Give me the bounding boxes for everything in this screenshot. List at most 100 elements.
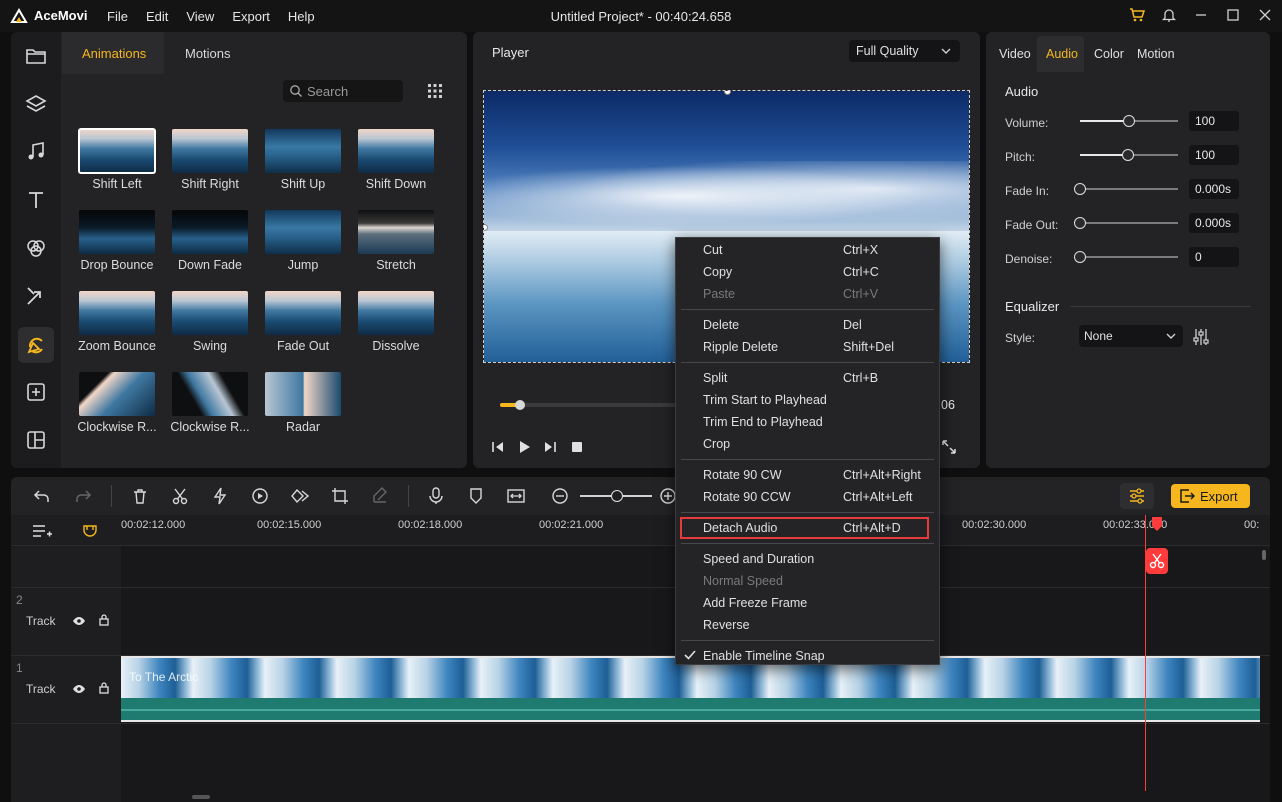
- volume-slider[interactable]: [1080, 115, 1178, 127]
- menu-item-rotate-cw[interactable]: Rotate 90 CW Ctrl+Alt+Right: [676, 464, 939, 486]
- crop-icon[interactable]: [331, 487, 349, 505]
- stop-icon[interactable]: [569, 439, 585, 455]
- menu-export[interactable]: Export: [232, 9, 270, 24]
- slider-knob[interactable]: [1074, 183, 1086, 195]
- tab-motions[interactable]: Motions: [185, 46, 231, 61]
- music-icon[interactable]: [24, 140, 48, 164]
- slider-knob[interactable]: [1122, 149, 1135, 161]
- split-lightning-icon[interactable]: [211, 487, 229, 505]
- animation-thumb-dissolve[interactable]: [358, 291, 434, 335]
- pitch-input[interactable]: 100: [1189, 145, 1239, 165]
- timeline-settings-button[interactable]: [1120, 483, 1154, 509]
- slider-knob[interactable]: [1123, 115, 1135, 127]
- animation-thumb-shift-up[interactable]: [265, 129, 341, 173]
- zoom-slider-knob[interactable]: [611, 490, 623, 502]
- speed-icon[interactable]: [251, 487, 269, 505]
- animation-thumb-radar[interactable]: [265, 372, 341, 416]
- animation-thumb-swing[interactable]: [172, 291, 248, 335]
- delete-icon[interactable]: [131, 487, 149, 505]
- animation-tab-button[interactable]: [18, 327, 54, 363]
- microphone-icon[interactable]: [427, 487, 445, 505]
- menu-item-trim-start[interactable]: Trim Start to Playhead: [676, 389, 939, 411]
- menu-view[interactable]: View: [186, 9, 214, 24]
- horizontal-scrollbar[interactable]: [192, 795, 210, 799]
- text-icon[interactable]: [24, 188, 48, 212]
- menu-item-split[interactable]: Split Ctrl+B: [676, 367, 939, 389]
- fade-in-input[interactable]: 0.000s: [1189, 179, 1239, 199]
- grid-view-icon[interactable]: [427, 83, 443, 99]
- zoom-slider[interactable]: [580, 490, 652, 502]
- playback-progress[interactable]: [500, 400, 680, 410]
- animation-thumb-clockwise-rotate-2[interactable]: [172, 372, 248, 416]
- animation-thumb-shift-left[interactable]: [78, 128, 156, 174]
- play-icon[interactable]: [516, 439, 532, 455]
- maximize-icon[interactable]: [1224, 6, 1242, 24]
- denoise-slider[interactable]: [1074, 251, 1178, 263]
- equalizer-style-dropdown[interactable]: None: [1079, 325, 1183, 347]
- eye-icon[interactable]: [72, 683, 86, 695]
- menu-item-rotate-ccw[interactable]: Rotate 90 CCW Ctrl+Alt+Left: [676, 486, 939, 508]
- menu-file[interactable]: File: [107, 9, 128, 24]
- add-track-icon[interactable]: [32, 522, 52, 540]
- fade-out-slider[interactable]: [1074, 217, 1178, 229]
- redo-icon[interactable]: [74, 487, 92, 505]
- menu-item-copy[interactable]: Copy Ctrl+C: [676, 261, 939, 283]
- transitions-icon[interactable]: [24, 284, 48, 308]
- bell-icon[interactable]: [1160, 6, 1178, 24]
- playhead-marker-icon[interactable]: [1151, 516, 1163, 532]
- animation-thumb-drop-bounce[interactable]: [79, 210, 155, 254]
- fullscreen-icon[interactable]: [941, 439, 957, 455]
- tab-audio[interactable]: Audio: [1046, 47, 1078, 61]
- magnet-snap-icon[interactable]: [81, 523, 99, 539]
- menu-item-reverse[interactable]: Reverse: [676, 614, 939, 636]
- denoise-input[interactable]: 0: [1189, 247, 1239, 267]
- menu-item-cut[interactable]: Cut Ctrl+X: [676, 239, 939, 261]
- menu-item-ripple-delete[interactable]: Ripple Delete Shift+Del: [676, 336, 939, 358]
- tab-color[interactable]: Color: [1094, 47, 1124, 61]
- menu-item-timeline-snap[interactable]: Enable Timeline Snap: [676, 645, 939, 667]
- export-button[interactable]: Export: [1171, 484, 1250, 508]
- fade-out-input[interactable]: 0.000s: [1189, 213, 1239, 233]
- pitch-slider[interactable]: [1080, 149, 1178, 161]
- menu-item-detach-audio[interactable]: Detach Audio Ctrl+Alt+D: [680, 517, 929, 539]
- menu-item-crop[interactable]: Crop: [676, 433, 939, 455]
- animation-thumb-clockwise-rotate-1[interactable]: [79, 372, 155, 416]
- progress-knob[interactable]: [514, 400, 525, 410]
- edit-icon[interactable]: [371, 487, 389, 505]
- menu-item-speed-duration[interactable]: Speed and Duration: [676, 548, 939, 570]
- split-at-playhead-button[interactable]: [1146, 548, 1168, 574]
- animation-thumb-jump[interactable]: [265, 210, 341, 254]
- lock-icon[interactable]: [97, 614, 111, 626]
- shield-icon[interactable]: [467, 487, 485, 505]
- keyframe-icon[interactable]: [291, 487, 309, 505]
- close-icon[interactable]: [1256, 6, 1274, 24]
- folder-icon[interactable]: [24, 44, 48, 68]
- filters-icon[interactable]: [24, 236, 48, 260]
- menu-help[interactable]: Help: [288, 9, 315, 24]
- menu-item-freeze-frame[interactable]: Add Freeze Frame: [676, 592, 939, 614]
- previous-frame-icon[interactable]: [490, 439, 506, 455]
- split-screen-icon[interactable]: [24, 428, 48, 452]
- tab-animations[interactable]: Animations: [82, 46, 146, 61]
- minimize-icon[interactable]: [1192, 6, 1210, 24]
- layers-icon[interactable]: [24, 92, 48, 116]
- tab-video[interactable]: Video: [999, 47, 1031, 61]
- eye-icon[interactable]: [72, 615, 86, 627]
- animation-thumb-zoom-bounce[interactable]: [79, 291, 155, 335]
- fit-timeline-icon[interactable]: [507, 487, 525, 505]
- zoom-out-icon[interactable]: [551, 487, 569, 505]
- lock-icon[interactable]: [97, 682, 111, 694]
- vertical-scrollbar[interactable]: [1262, 550, 1266, 560]
- equalizer-settings-icon[interactable]: [1193, 328, 1209, 346]
- animation-thumb-shift-right[interactable]: [172, 129, 248, 173]
- scissors-icon[interactable]: [171, 487, 189, 505]
- volume-input[interactable]: 100: [1189, 111, 1239, 131]
- cart-icon[interactable]: [1128, 6, 1146, 24]
- slider-knob[interactable]: [1074, 217, 1086, 229]
- menu-edit[interactable]: Edit: [146, 9, 168, 24]
- slider-knob[interactable]: [1074, 251, 1086, 263]
- search-input[interactable]: [307, 83, 399, 99]
- menu-item-delete[interactable]: Delete Del: [676, 314, 939, 336]
- tab-motion[interactable]: Motion: [1137, 47, 1175, 61]
- animation-thumb-down-fade[interactable]: [172, 210, 248, 254]
